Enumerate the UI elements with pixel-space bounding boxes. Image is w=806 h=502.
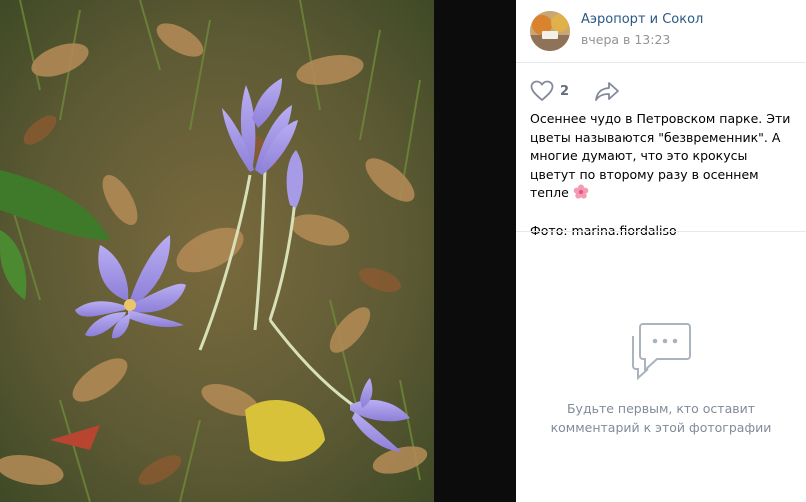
empty-comments: Будьте первым, кто оставит комментарий к… (516, 320, 806, 437)
comments-divider (516, 231, 806, 232)
share-button[interactable] (594, 80, 620, 102)
header-divider (516, 62, 806, 63)
like-count: 2 (560, 83, 570, 99)
heart-icon (530, 80, 554, 102)
author-name[interactable]: Аэропорт и Сокол (581, 12, 703, 27)
like-button[interactable]: 2 (530, 79, 569, 103)
photo-background (434, 0, 516, 502)
flower-emoji-icon (573, 184, 589, 199)
photo[interactable] (0, 0, 434, 502)
empty-comments-line2: комментарий к этой фотографии (550, 419, 772, 435)
comment-bubble-icon (632, 323, 691, 380)
post-time[interactable]: вчера в 13:23 (581, 32, 670, 47)
caption-text: Осеннее чудо в Петровском парке. Эти цве… (530, 111, 791, 200)
empty-comments-line1: Будьте первым, кто оставит (566, 401, 756, 416)
photo-image (0, 0, 434, 502)
post-actions: 2 (530, 79, 790, 103)
post-caption: Осеннее чудо в Петровском парке. Эти цве… (530, 110, 796, 240)
avatar[interactable] (530, 11, 570, 51)
avatar-image (530, 11, 570, 51)
post-panel: Аэропорт и Сокол вчера в 13:23 2 Осеннее… (516, 0, 806, 502)
post-header: Аэропорт и Сокол вчера в 13:23 (516, 0, 806, 62)
share-arrow-icon (595, 82, 619, 101)
